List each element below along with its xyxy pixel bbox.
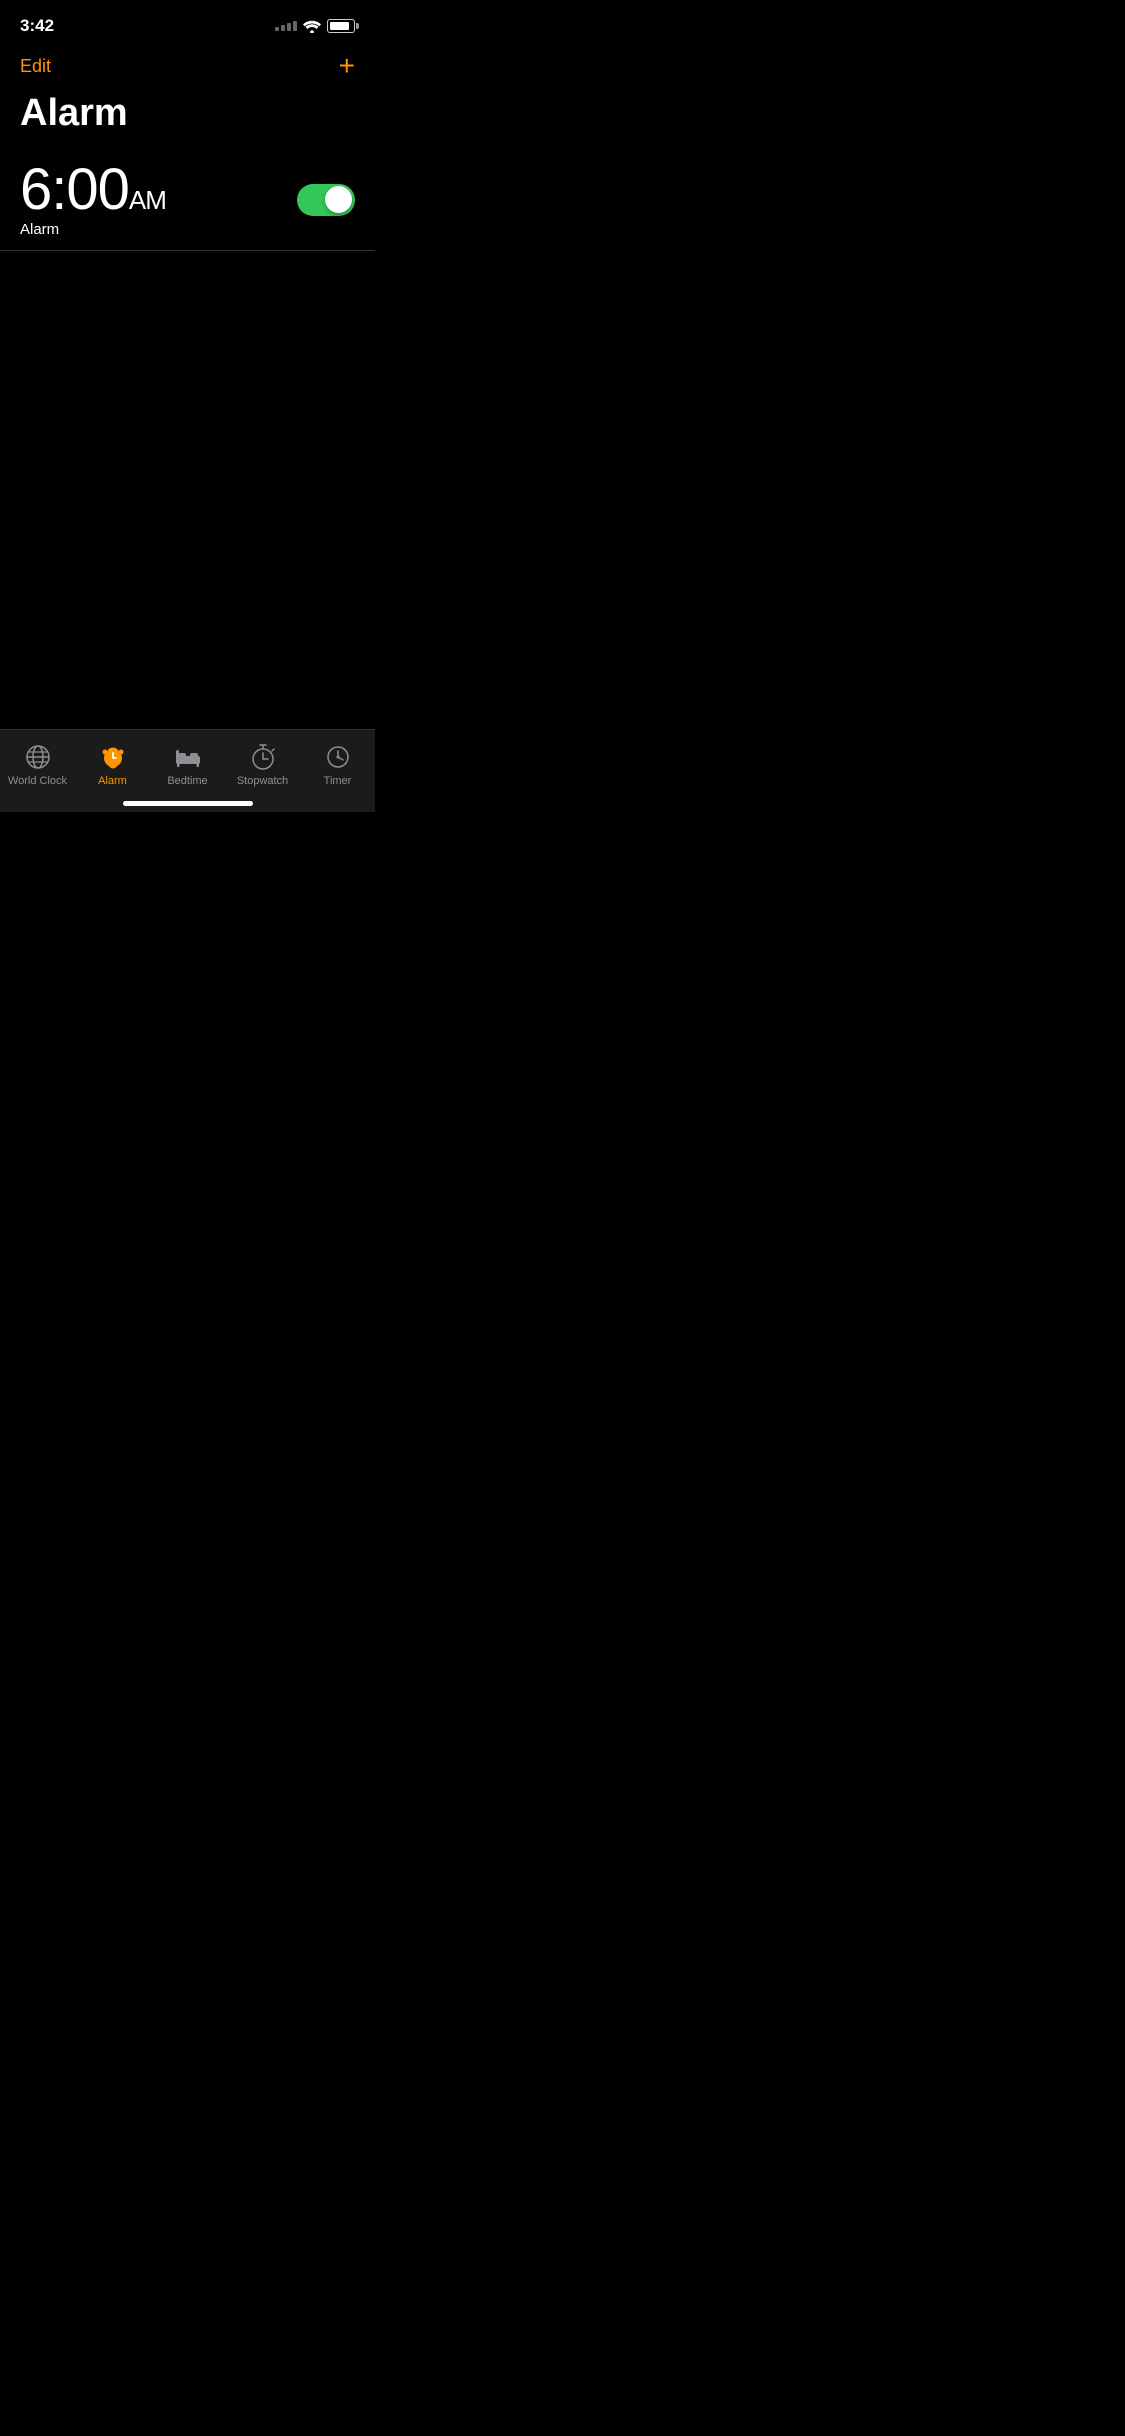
alarm-label: Alarm [20, 221, 166, 238]
home-indicator [123, 801, 253, 806]
tab-bedtime[interactable]: Bedtime [158, 743, 218, 787]
signal-icon [275, 21, 297, 31]
toggle-knob [325, 186, 352, 213]
stopwatch-label: Stopwatch [237, 775, 288, 787]
alarm-item[interactable]: 6:00AM Alarm [0, 151, 375, 251]
page-title: Alarm [0, 88, 375, 151]
alarm-ampm: AM [129, 185, 166, 215]
world-clock-label: World Clock [8, 775, 67, 787]
alarm-time: 6:00AM [20, 161, 166, 219]
tab-alarm[interactable]: Alarm [83, 743, 143, 787]
alarm-tab-label: Alarm [98, 775, 127, 787]
tab-timer[interactable]: Timer [308, 743, 368, 787]
alarm-tab-icon [99, 743, 127, 771]
bedtime-icon [174, 743, 202, 771]
alarm-list: 6:00AM Alarm [0, 151, 375, 251]
status-bar: 3:42 [0, 0, 375, 44]
status-time: 3:42 [20, 16, 54, 36]
timer-icon [324, 743, 352, 771]
wifi-icon [303, 20, 321, 33]
timer-label: Timer [324, 775, 352, 787]
add-alarm-button[interactable]: + [339, 52, 355, 80]
tab-stopwatch[interactable]: Stopwatch [233, 743, 293, 787]
battery-icon [327, 19, 355, 33]
alarm-time-block: 6:00AM Alarm [20, 161, 166, 238]
stopwatch-icon [249, 743, 277, 771]
status-icons [275, 19, 355, 33]
header: Edit + [0, 44, 375, 88]
bedtime-label: Bedtime [167, 775, 207, 787]
alarm-toggle[interactable] [297, 184, 355, 216]
tab-bar: World Clock Alarm [0, 729, 375, 812]
world-clock-icon [24, 743, 52, 771]
tab-world-clock[interactable]: World Clock [8, 743, 68, 787]
edit-button[interactable]: Edit [20, 56, 51, 77]
